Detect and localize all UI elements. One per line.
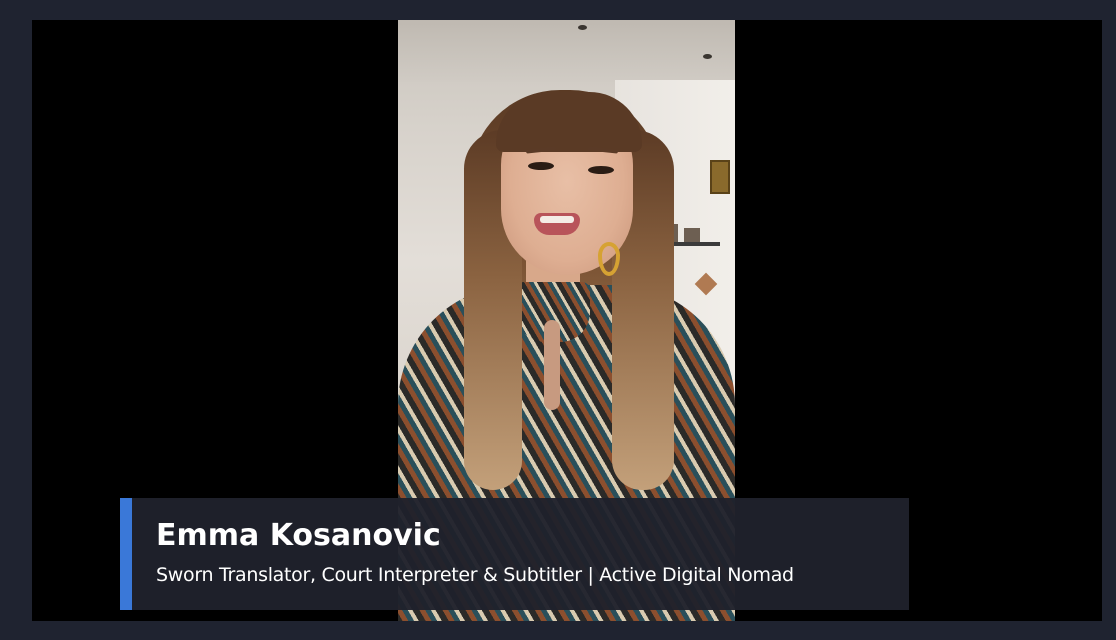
speaker-teeth xyxy=(540,216,574,223)
speaker-name: Emma Kosanovic xyxy=(156,518,441,553)
speaker-title: Sworn Translator, Court Interpreter & Su… xyxy=(156,564,794,586)
video-frame: Emma Kosanovic Sworn Translator, Court I… xyxy=(0,0,1116,640)
video-player[interactable]: Emma Kosanovic Sworn Translator, Court I… xyxy=(32,20,1102,621)
speaker-hair xyxy=(496,92,642,152)
ceiling-light xyxy=(578,25,587,30)
ceiling-light xyxy=(703,54,712,59)
speaker-eye xyxy=(528,162,554,170)
room-ceiling xyxy=(398,20,735,82)
speaker-eye xyxy=(588,166,614,174)
lower-third-caption: Emma Kosanovic Sworn Translator, Court I… xyxy=(120,498,909,610)
shelf-item xyxy=(684,228,700,242)
dress-keyhole xyxy=(544,320,560,410)
lower-third-accent-bar xyxy=(120,498,132,610)
wall-picture xyxy=(710,160,730,194)
